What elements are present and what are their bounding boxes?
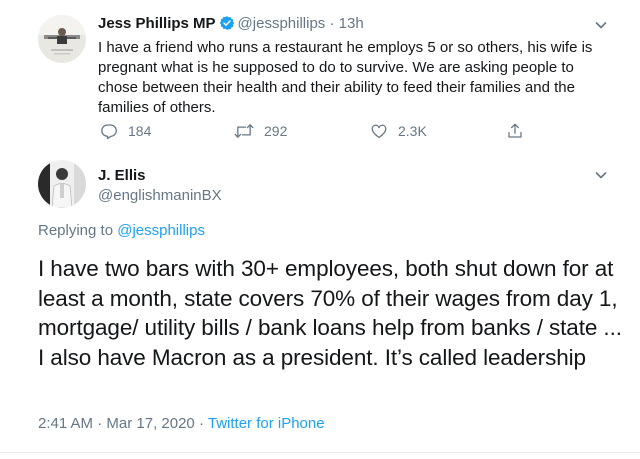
tweet2-author-name[interactable]: J. Ellis: [98, 166, 146, 186]
chevron-down-icon[interactable]: [594, 168, 608, 182]
tweet2-time[interactable]: 2:41 AM: [38, 415, 93, 432]
tweet1-text: I have a friend who runs a restaurant he…: [98, 39, 593, 116]
avatar-jess-phillips[interactable]: [38, 15, 86, 63]
retweet-button[interactable]: 292: [234, 122, 287, 140]
reply-icon: [100, 122, 118, 140]
meta-separator: ·: [97, 415, 103, 432]
replying-prefix: Replying to: [38, 222, 114, 239]
replying-handle-link[interactable]: @jessphillips: [117, 222, 205, 239]
tweet2-source-link[interactable]: Twitter for iPhone: [208, 415, 325, 432]
share-icon: [506, 122, 524, 140]
avatar-j-ellis[interactable]: [38, 160, 86, 208]
tweet2-date[interactable]: Mar 17, 2020: [106, 415, 194, 432]
share-button[interactable]: [506, 122, 524, 140]
verified-badge-icon: [219, 15, 235, 31]
reply-button[interactable]: 184: [100, 122, 151, 140]
like-button[interactable]: 2.3K: [370, 122, 427, 140]
replying-to: Replying to @jessphillips: [38, 221, 205, 241]
chevron-down-icon[interactable]: [594, 18, 608, 32]
tweet2-handle[interactable]: @englishmaninBX: [98, 186, 222, 206]
tweet1-time[interactable]: 13h: [339, 15, 364, 32]
tweet2-meta: 2:41 AM · Mar 17, 2020 · Twitter for iPh…: [38, 414, 325, 434]
tweet1-handle[interactable]: @jessphillips: [238, 15, 326, 32]
tweet1-header: Jess Phillips MP @jessphillips · 13h: [98, 14, 364, 34]
tweet1-actions: 184 292 2.3K: [98, 122, 538, 142]
retweet-count: 292: [264, 123, 288, 139]
tweet1-author-name[interactable]: Jess Phillips MP: [98, 15, 216, 32]
like-icon: [370, 122, 388, 140]
tweet2-text: I have two bars with 30+ employees, both…: [38, 256, 622, 370]
tweet1-separator: ·: [329, 15, 335, 32]
reply-count: 184: [128, 123, 152, 139]
like-count: 2.3K: [398, 123, 427, 139]
retweet-icon: [234, 122, 254, 140]
meta-separator: ·: [198, 415, 204, 432]
bottom-divider: [0, 452, 640, 453]
